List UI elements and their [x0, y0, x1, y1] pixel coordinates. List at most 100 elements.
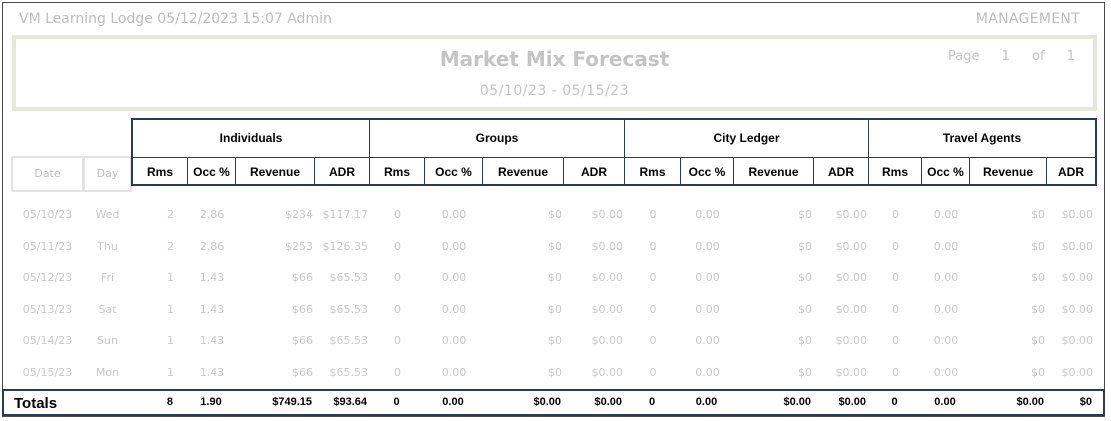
cell-individuals-rms: 1: [167, 303, 174, 316]
date-cell: 05/15/23: [22, 366, 73, 379]
cell-individuals-revenue: $66: [292, 334, 313, 347]
group-header-city-ledger: City Ledger: [625, 120, 869, 157]
cell-travel-agents-adr: $0.00: [1061, 366, 1094, 379]
totals-label: Totals: [14, 395, 58, 412]
cell-individuals-adr: $65.53: [329, 303, 369, 316]
subcolumn-travel-agents-occ: Occ %: [922, 158, 970, 186]
cell-city-ledger-revenue: $0: [798, 366, 812, 379]
total-travel-agents-adr: $0: [1079, 396, 1092, 408]
subcolumn-city-ledger-rms: Rms: [625, 158, 681, 186]
day-cell: Sat: [98, 303, 117, 316]
table-row: 05/12/23 Fri 1 1.43 $66 $65.53 0 0.00 $0 $0.00 0 0.…: [3, 266, 1106, 290]
group-header-travel-agents: Travel Agents: [942, 131, 1022, 145]
cell-groups-adr: $0.00: [591, 271, 624, 284]
table-row: 05/13/23 Sat 1 1.43 $66 $65.53 0 0.00 $0 $0.00 0 0.…: [3, 298, 1106, 322]
cell-city-ledger-rms: 0: [649, 208, 657, 221]
cell-travel-agents-rms: 0: [892, 240, 899, 253]
cell-travel-agents-occ: 0.00: [933, 366, 959, 379]
total-groups-rms: 0: [393, 396, 400, 408]
total-groups-adr: $0.00: [594, 396, 622, 408]
subcolumn-groups-adr: ADR: [564, 158, 625, 186]
cell-travel-agents-rms: 0: [892, 334, 899, 347]
total-city-ledger-revenue: $0.00: [783, 396, 811, 408]
cell-individuals-occ: 1.43: [199, 271, 225, 284]
cell-groups-rms: 0: [394, 303, 401, 316]
cell-city-ledger-adr: $0.00: [835, 334, 868, 347]
cell-groups-occ: 0.00: [441, 334, 467, 347]
total-city-ledger-rms: 0: [648, 396, 656, 408]
cell-city-ledger-rms: 0: [649, 271, 657, 284]
cell-groups-adr: $0.00: [591, 366, 624, 379]
cell-individuals-adr: $65.53: [329, 334, 369, 347]
cell-individuals-rms: 2: [167, 240, 174, 253]
total-individuals-adr: $93.64: [333, 396, 367, 408]
cell-travel-agents-revenue: $0: [1031, 208, 1045, 221]
cell-individuals-adr: $117.17: [322, 208, 369, 221]
market-mix-header: Individuals Groups City Ledger Travel Ag…: [131, 118, 1097, 186]
cell-travel-agents-adr: $0.00: [1061, 208, 1094, 221]
cell-city-ledger-occ: 0.00: [695, 208, 720, 221]
cell-groups-rms: 0: [394, 271, 401, 284]
cell-travel-agents-revenue: $0: [1031, 240, 1045, 253]
subcolumn-city-ledger-adr: ADR: [814, 158, 869, 186]
cell-individuals-rms: 2: [167, 208, 174, 221]
day-cell: Sun: [97, 334, 118, 347]
cell-individuals-occ: 1.43: [199, 334, 225, 347]
cell-city-ledger-rms: 0: [649, 303, 657, 316]
day-column-header: Day: [83, 156, 132, 192]
cell-travel-agents-rms: 0: [892, 208, 899, 221]
cell-travel-agents-occ: 0.00: [933, 208, 959, 221]
cell-city-ledger-revenue: $0: [798, 240, 812, 253]
cell-groups-rms: 0: [394, 334, 401, 347]
report-section-label: MANAGEMENT: [975, 11, 1080, 27]
cell-groups-occ: 0.00: [441, 303, 467, 316]
cell-travel-agents-adr: $0.00: [1061, 271, 1094, 284]
title-block: Market Mix Forecast 05/10/23 - 05/15/23 …: [12, 35, 1097, 111]
cell-groups-occ: 0.00: [441, 208, 467, 221]
cell-groups-rms: 0: [394, 366, 401, 379]
table-row: 05/14/23 Sun 1 1.43 $66 $65.53 0 0.00 $0 $0.00 0 0.…: [3, 329, 1106, 353]
table-row: 05/15/23 Mon 1 1.43 $66 $65.53 0 0.00 $0 $0.00 0 0.…: [3, 361, 1106, 385]
total-individuals-occ: 1.90: [200, 396, 222, 408]
total-travel-agents-rms: 0: [891, 396, 898, 408]
total-individuals-rms: 8: [166, 396, 173, 408]
cell-city-ledger-revenue: $0: [798, 208, 812, 221]
cell-individuals-occ: 1.43: [199, 366, 225, 379]
cell-travel-agents-occ: 0.00: [933, 240, 959, 253]
cell-groups-occ: 0.00: [441, 366, 467, 379]
cell-city-ledger-revenue: $0: [798, 271, 812, 284]
cell-individuals-adr: $65.53: [329, 366, 369, 379]
total-travel-agents-occ: 0.00: [934, 396, 956, 408]
report-page: VM Learning Lodge 05/12/2023 15:07 Admin…: [2, 2, 1105, 417]
cell-city-ledger-rms: 0: [649, 240, 657, 253]
group-header-groups: Groups: [370, 120, 625, 157]
cell-individuals-rms: 1: [167, 366, 174, 379]
cell-travel-agents-rms: 0: [892, 303, 899, 316]
cell-groups-rms: 0: [394, 208, 401, 221]
day-cell: Mon: [95, 366, 120, 379]
total-groups-occ: 0.00: [442, 396, 464, 408]
subcolumn-travel-agents-adr: ADR: [1058, 165, 1084, 179]
total-city-ledger-occ: 0.00: [695, 396, 718, 408]
table-row: 05/10/23 Wed 2 2.86 $234 $117.17 0 0.00 $0 $0.00 0…: [3, 203, 1106, 227]
cell-travel-agents-occ: 0.00: [933, 334, 959, 347]
cell-travel-agents-occ: 0.00: [933, 271, 959, 284]
of-label: of: [1032, 49, 1045, 64]
cell-city-ledger-adr: $0.00: [835, 303, 868, 316]
cell-groups-occ: 0.00: [441, 271, 467, 284]
totals-row: Totals 8 1.90 $749.15 $93.64 0 0.00 $0.00 $0.00…: [2, 389, 1105, 416]
total-groups-revenue: $0.00: [533, 396, 561, 408]
cell-individuals-rms: 1: [167, 334, 174, 347]
cell-individuals-adr: $65.53: [329, 271, 369, 284]
cell-individuals-revenue: $253: [285, 240, 313, 253]
cell-travel-agents-revenue: $0: [1031, 303, 1045, 316]
cell-travel-agents-adr: $0.00: [1061, 303, 1094, 316]
cell-groups-revenue: $0: [548, 208, 562, 221]
date-cell: 05/11/23: [22, 240, 73, 253]
cell-individuals-revenue: $66: [292, 303, 313, 316]
subcolumn-individuals-rms: Rms: [133, 158, 188, 186]
cell-groups-adr: $0.00: [591, 208, 624, 221]
cell-individuals-revenue: $66: [292, 271, 313, 284]
date-range: 05/10/23 - 05/15/23: [479, 83, 630, 99]
date-column-header: Date: [11, 156, 84, 192]
